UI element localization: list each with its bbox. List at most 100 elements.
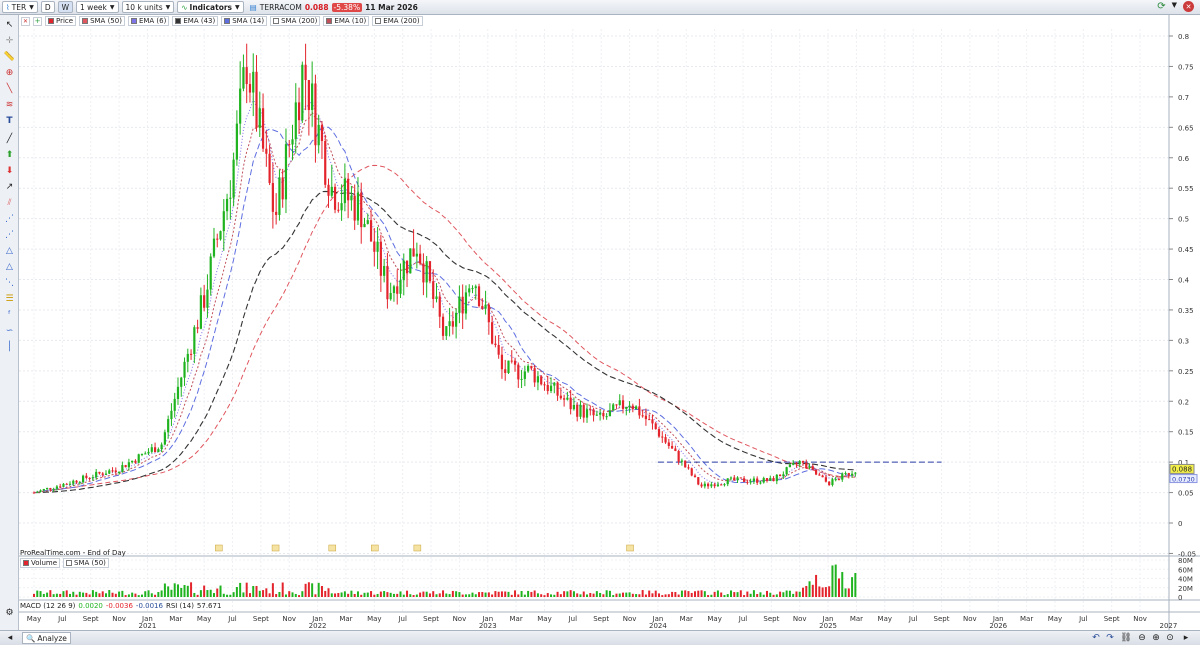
candle [441,316,445,336]
volume-bar [147,590,150,597]
ruler-icon[interactable]: 📏 [3,51,16,63]
crosshair-icon[interactable]: ✛ [3,35,16,47]
channel-icon[interactable]: ⫽ [3,197,16,209]
vertical-line-icon[interactable]: │ [3,341,16,353]
line-tool-icon[interactable]: ╲ [3,83,16,95]
candle [618,400,621,406]
sync-icon[interactable]: ⟳ [1157,1,1165,12]
candle [546,384,549,392]
volume-bar [176,584,179,597]
price-axis-label: 0.2 [1178,398,1189,406]
candle [661,436,664,438]
fibonacci-fan-icon[interactable]: ᶠ [3,309,16,321]
volume-bar [42,593,45,597]
candle [635,406,638,410]
candle [258,108,261,128]
pitchfork-icon[interactable]: ⋰ [3,213,16,225]
redo-icon[interactable]: ↷ [1104,632,1116,644]
year-label: 2023 [479,622,497,630]
cursor-icon[interactable]: ↖ [3,19,16,31]
legend-sma14[interactable]: SMA (14) [221,16,268,26]
volume-bar [579,594,582,597]
text-tool-icon[interactable]: T [3,115,16,127]
settings-icon[interactable]: ⚙ [3,607,16,619]
weekly-button[interactable]: W [57,1,74,13]
arrow-up-icon[interactable]: ⬆ [3,149,16,161]
cycle-icon[interactable]: ∽ [3,325,16,337]
triangle-icon[interactable]: △ [3,245,16,257]
zoom-icon[interactable]: ⊕ [3,67,16,79]
candle [481,306,484,309]
add-icon[interactable]: + [33,16,42,26]
regression-icon[interactable]: ⋰ [3,229,16,241]
candle [455,312,458,327]
trend-line-icon[interactable]: ╱ [3,133,16,145]
scroll-left-icon[interactable]: ◂ [4,632,16,644]
volume-bar [478,592,481,597]
volume-bar [248,593,251,597]
volume-bar [527,590,530,597]
year-label: 2022 [309,622,327,630]
close-icon[interactable]: ✕ [21,16,30,26]
volume-bar [317,582,320,597]
volume-bar [52,594,55,597]
fib-icon[interactable]: ≋ [3,99,16,111]
legend-volume-sma[interactable]: SMA (50) [63,558,109,568]
units-selector[interactable]: 10 k units ▼ [121,1,175,13]
volume-bar [654,590,657,597]
close-icon[interactable]: ✕ [1183,1,1194,12]
undo-icon[interactable]: ↶ [1090,632,1102,644]
candle [801,461,805,463]
legend-ema43[interactable]: EMA (43) [172,16,219,26]
candle [778,474,782,477]
volume-bar [854,572,857,597]
legend-price[interactable]: Price [45,16,77,26]
candle [615,404,618,406]
volume-bar [491,594,494,597]
interval-selector[interactable]: 1 week ▼ [76,1,119,13]
candle [847,473,850,476]
candle [824,477,827,482]
scroll-right-icon[interactable]: ▸ [1180,632,1192,644]
candle [837,479,841,481]
volume-bar [680,590,683,597]
price-chart[interactable]: 0.8 0.75 0.7 0.65 0.6 0.55 0.5 0.45 0.4 0.35 0.3 0.… [19,15,1200,630]
candle [376,241,379,252]
chevron-down-icon[interactable]: ▼ [1172,1,1177,12]
candle [527,365,530,372]
time-axis-label: Jul [738,615,748,623]
symbol-selector[interactable]: ⌇ TER ▼ [2,1,38,13]
legend-ema6[interactable]: EMA (6) [127,16,170,26]
zoom-reset-icon[interactable]: ⊙ [1164,632,1176,644]
zoom-in-icon[interactable]: ⊕ [1150,632,1162,644]
price-axis-label: 0.7 [1178,94,1189,102]
candle [59,486,62,488]
volume-bar [795,591,798,597]
link-icon[interactable]: ⛓ [1120,632,1132,644]
candle [749,481,752,483]
arrow-icon[interactable]: ↗ [3,181,16,193]
legend-ema10[interactable]: EMA (10) [323,16,370,26]
candle [697,477,700,485]
levels-icon[interactable]: ☰ [3,293,16,305]
indicators-button[interactable]: ∿ Indicators ▼ [177,1,244,13]
daily-button[interactable]: D [40,1,55,13]
legend-ema200[interactable]: EMA (200) [372,16,423,26]
candle [101,473,104,475]
analyze-button[interactable]: 🔍 Analyze [22,632,71,644]
legend-sma200[interactable]: SMA (200) [270,16,321,26]
top-toolbar: ⌇ TER ▼ D W 1 week ▼ 10 k units ▼ ∿ Indicator… [0,0,1200,15]
volume-bar [674,591,677,597]
legend-volume[interactable]: Volume [20,558,61,568]
legend-sma50[interactable]: SMA (50) [79,16,125,26]
gann-icon[interactable]: ⋱ [3,277,16,289]
candle [477,286,481,307]
volume-bar [713,591,716,597]
zoom-out-icon[interactable]: ⊖ [1136,632,1148,644]
volume-bar [625,592,628,597]
triangle-icon[interactable]: △ [3,261,16,273]
chart-area[interactable]: 0.8 0.75 0.7 0.65 0.6 0.55 0.5 0.45 0.4 0.35 0.3 0.… [19,15,1200,630]
candle [716,484,720,487]
arrow-down-icon[interactable]: ⬇ [3,165,16,177]
volume-bar [808,581,811,597]
